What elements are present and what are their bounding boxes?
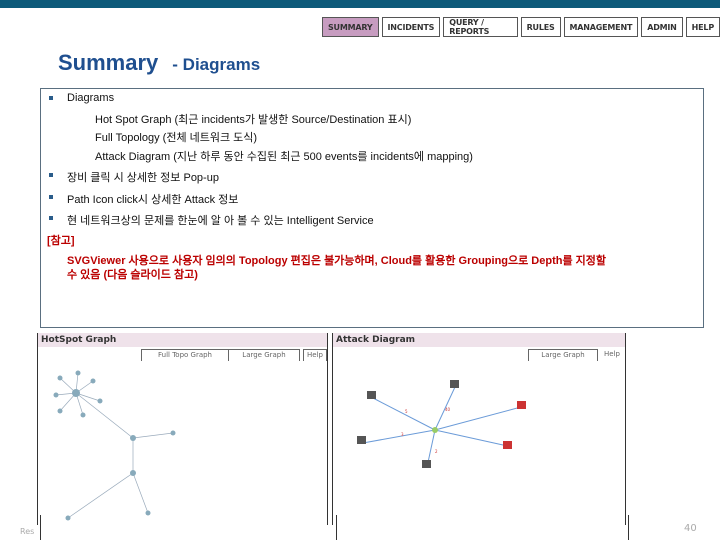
note-line-2: 수 있음 (다음 슬라이드 참고) [67, 269, 198, 281]
tab-rules[interactable]: RULES [520, 17, 561, 37]
attack-diagram-image: 5 3 40 2 [357, 380, 526, 468]
svg-text:2: 2 [435, 449, 438, 454]
divider [336, 515, 337, 540]
large-graph-button[interactable]: Large Graph [228, 349, 300, 361]
main-nav: SUMMARY INCIDENTS QUERY / REPORTS RULES … [322, 17, 720, 37]
bullet-intelligent: 현 네트워크상의 문제를 한눈에 알 아 볼 수 있는 Intelligent … [67, 215, 374, 227]
bullet-icon [49, 195, 53, 199]
tab-management[interactable]: MANAGEMENT [563, 17, 639, 37]
page-number: 40 [684, 523, 697, 534]
tab-incidents[interactable]: INCIDENTS [381, 17, 441, 37]
tab-admin[interactable]: ADMIN [641, 17, 683, 37]
sub-item-full-topology: Full Topology (전체 네트워크 도식) [95, 132, 258, 144]
bullet-popup: 장비 클릭 시 상세한 정보 Pop-up [67, 172, 219, 184]
full-topo-graph-button[interactable]: Full Topo Graph [141, 349, 229, 361]
top-bar [0, 0, 720, 8]
divider [628, 515, 629, 540]
content-box: Diagrams Hot Spot Graph (최근 incidents가 발… [40, 88, 704, 328]
note-label: [참고] [47, 235, 75, 247]
attack-help-button[interactable]: Help [599, 349, 625, 361]
bullet-path-icon: Path Icon click시 상세한 Attack 정보 [67, 194, 239, 206]
title-sub: - Diagrams [172, 55, 261, 74]
tab-help[interactable]: HELP [685, 17, 720, 37]
hotspot-title: HotSpot Graph [38, 333, 327, 347]
bullet-diagrams: Diagrams [67, 92, 115, 104]
page-title: Summary - Diagrams [58, 50, 260, 76]
sub-item-hotspot: Hot Spot Graph (최근 incidents가 발생한 Source… [95, 114, 412, 126]
attack-large-graph-button[interactable]: Large Graph [528, 349, 598, 361]
svg-text:5: 5 [405, 409, 408, 414]
bullet-icon [49, 173, 53, 177]
hotspot-panel: HotSpot Graph Full Topo Graph Large Grap… [37, 333, 328, 525]
tab-query-reports[interactable]: QUERY / REPORTS [443, 17, 518, 37]
divider [40, 515, 41, 540]
footer-text: Res [20, 527, 35, 536]
svg-text:40: 40 [445, 407, 451, 412]
bullet-icon [49, 96, 53, 100]
attack-panel: Attack Diagram Large Graph Help 5 3 40 2 [332, 333, 626, 525]
tab-summary[interactable]: SUMMARY [322, 17, 379, 37]
hotspot-graph-image [53, 370, 176, 521]
bullet-icon [49, 216, 53, 220]
sub-item-attack-diagram: Attack Diagram (지난 하루 동안 수집된 최근 500 even… [95, 151, 473, 163]
title-main: Summary [58, 50, 159, 75]
help-button[interactable]: Help [303, 349, 327, 361]
svg-text:3: 3 [401, 432, 404, 437]
attack-title: Attack Diagram [333, 333, 625, 347]
